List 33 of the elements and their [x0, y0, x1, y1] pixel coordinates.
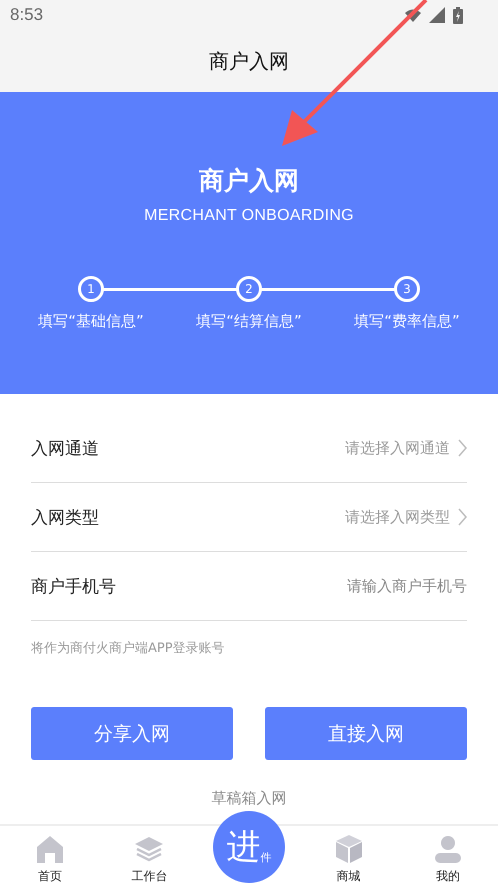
select-field[interactable]: 请选择入网通道 — [345, 438, 467, 458]
page-title: 商户入网 — [209, 48, 289, 74]
tab-item[interactable]: 我的 — [408, 836, 488, 885]
action-button[interactable]: 分享入网 — [31, 707, 233, 760]
step-label: 填写“费率信息” — [354, 312, 460, 331]
user-icon — [435, 836, 462, 863]
tab-item[interactable]: 工作台 — [109, 837, 190, 885]
wifi-icon — [405, 8, 421, 22]
layers-icon — [135, 837, 164, 863]
banner-subtitle: MERCHANT ONBOARDING — [144, 207, 354, 225]
banner-title: 商户入网 — [199, 165, 299, 197]
step-number: 3 — [394, 276, 420, 302]
field-label: 入网通道 — [31, 438, 99, 460]
draft-link[interactable]: 草稿箱入网 — [212, 789, 286, 807]
step-number: 2 — [236, 276, 262, 302]
action-button[interactable]: 直接入网 — [265, 707, 467, 760]
step-number: 1 — [78, 276, 104, 302]
select-field[interactable]: 请选择入网类型 — [345, 508, 467, 526]
cube-icon — [336, 835, 362, 863]
hint-text: 将作为商付火商户端APP登录账号 — [31, 640, 226, 657]
chevron-icon — [458, 508, 467, 526]
status-time: 8:53 — [10, 5, 44, 25]
step-label: 填写“结算信息” — [196, 312, 302, 331]
tab-item[interactable]: 首页 — [10, 835, 90, 885]
step-label: 填写“基础信息” — [38, 312, 144, 331]
battery-icon — [453, 6, 463, 24]
field-label: 入网类型 — [31, 506, 99, 528]
tab-item[interactable]: 商城 — [308, 835, 389, 885]
center-button[interactable]: 进件 — [212, 811, 285, 883]
field-label: 商户手机号 — [31, 576, 116, 598]
signal-icon — [429, 7, 445, 23]
home-icon — [36, 835, 63, 863]
chevron-icon — [458, 439, 467, 457]
